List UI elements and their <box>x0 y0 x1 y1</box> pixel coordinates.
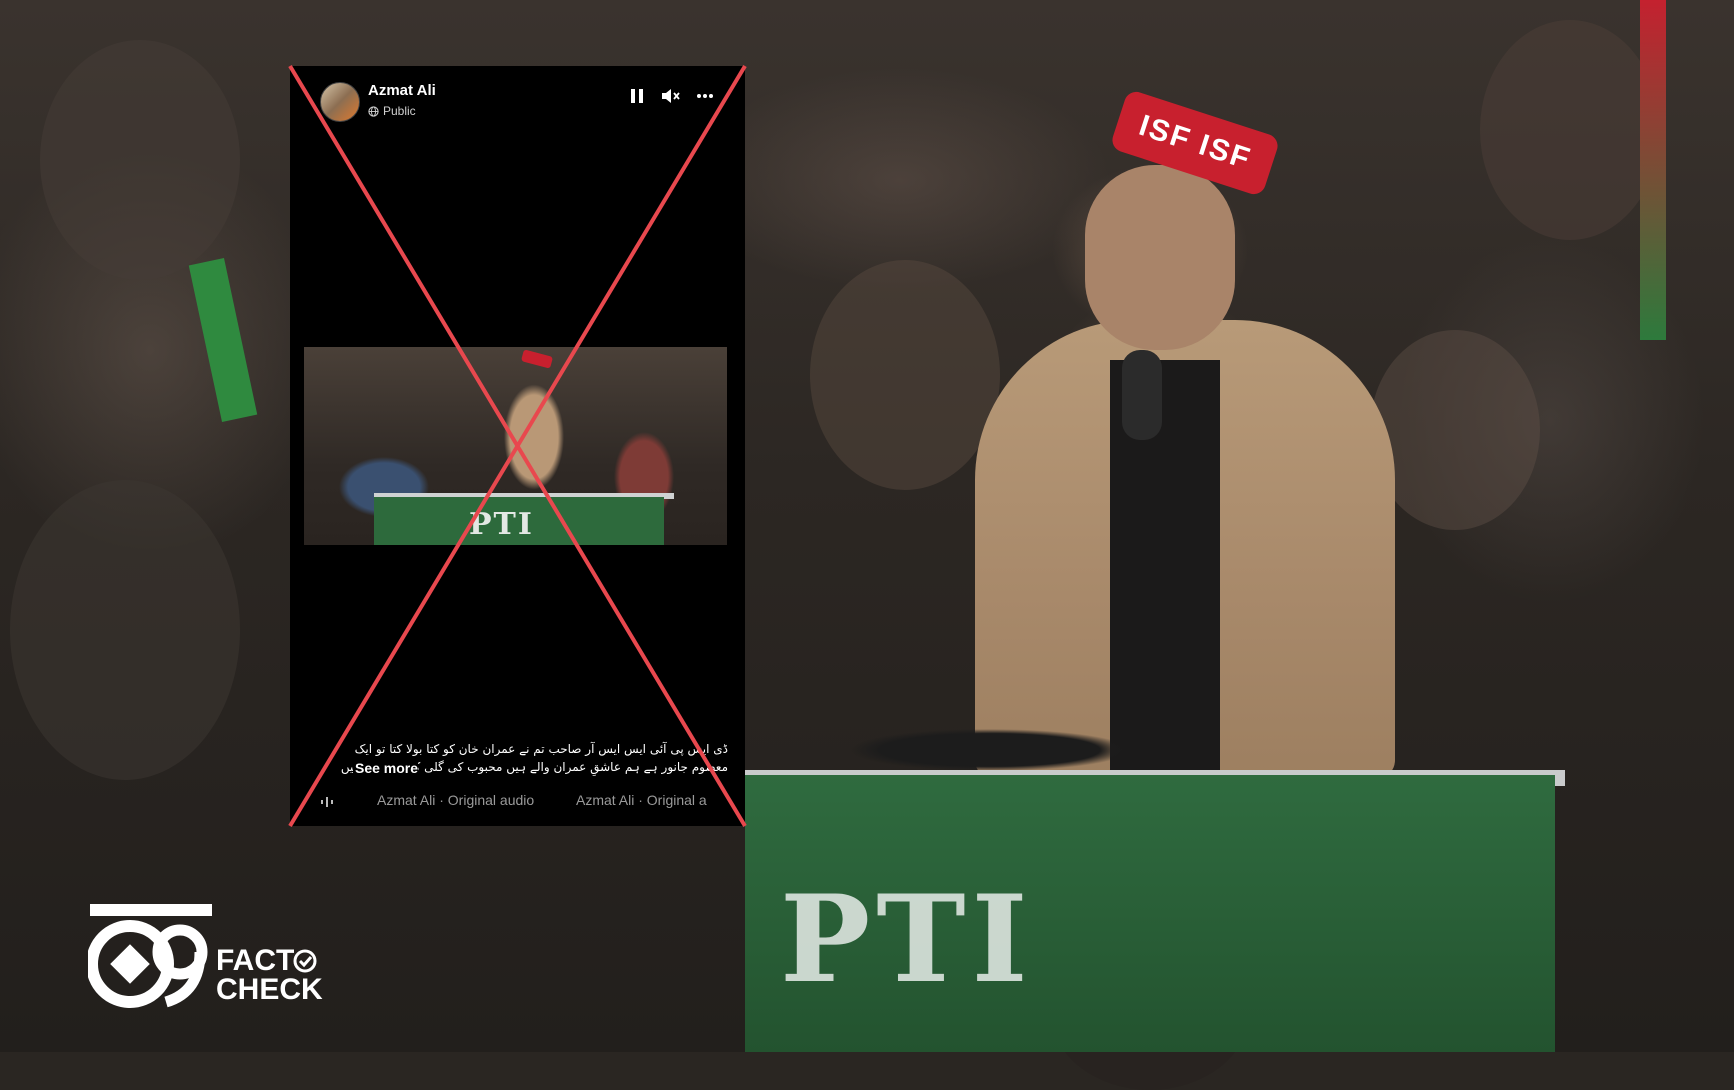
globe-icon <box>368 105 379 117</box>
audio-ticker[interactable]: Azmat Ali · Original audio Azmat Ali · O… <box>290 792 745 814</box>
privacy-indicator: Public <box>368 104 416 118</box>
check-badge-icon <box>293 949 317 973</box>
audio-label: Azmat Ali · Original audio <box>377 792 535 808</box>
fact-check-logo: FACT CHECK <box>86 900 338 1010</box>
see-more-link[interactable]: See more <box>353 760 419 776</box>
avatar[interactable] <box>320 82 360 122</box>
more-icon[interactable] <box>695 86 715 106</box>
video-player[interactable]: PTI <box>304 347 727 545</box>
crowd-figure <box>810 260 1000 490</box>
podium-text: PTI <box>780 869 1034 1010</box>
flag <box>1640 0 1666 340</box>
mute-icon[interactable] <box>661 86 681 106</box>
crowd-figure <box>10 480 240 780</box>
author-name[interactable]: Azmat Ali <box>368 82 436 99</box>
audio-label: Azmat Ali · Original a <box>576 792 707 808</box>
crowd-figure <box>40 40 240 280</box>
video-speaker-cap <box>520 349 554 369</box>
post-header: Azmat Ali Public <box>290 66 745 126</box>
social-post-screenshot: Azmat Ali Public PTI ڈی ایس پی آئی ایس ا… <box>290 66 745 826</box>
speaker-head <box>1085 165 1235 350</box>
video-controls <box>627 86 715 106</box>
logo-mark <box>86 904 212 1008</box>
crowd-figure <box>1370 330 1540 530</box>
crowd-figure <box>1480 20 1660 240</box>
video-podium-text: PTI <box>469 507 534 542</box>
logo-check-text: CHECK <box>216 973 323 1006</box>
microphone-cluster <box>780 725 1200 775</box>
microphone <box>1122 350 1162 440</box>
waveform-icon <box>321 797 333 807</box>
privacy-label: Public <box>383 104 416 118</box>
logo-fact-text: FACT <box>216 944 295 977</box>
pause-icon[interactable] <box>627 86 647 106</box>
